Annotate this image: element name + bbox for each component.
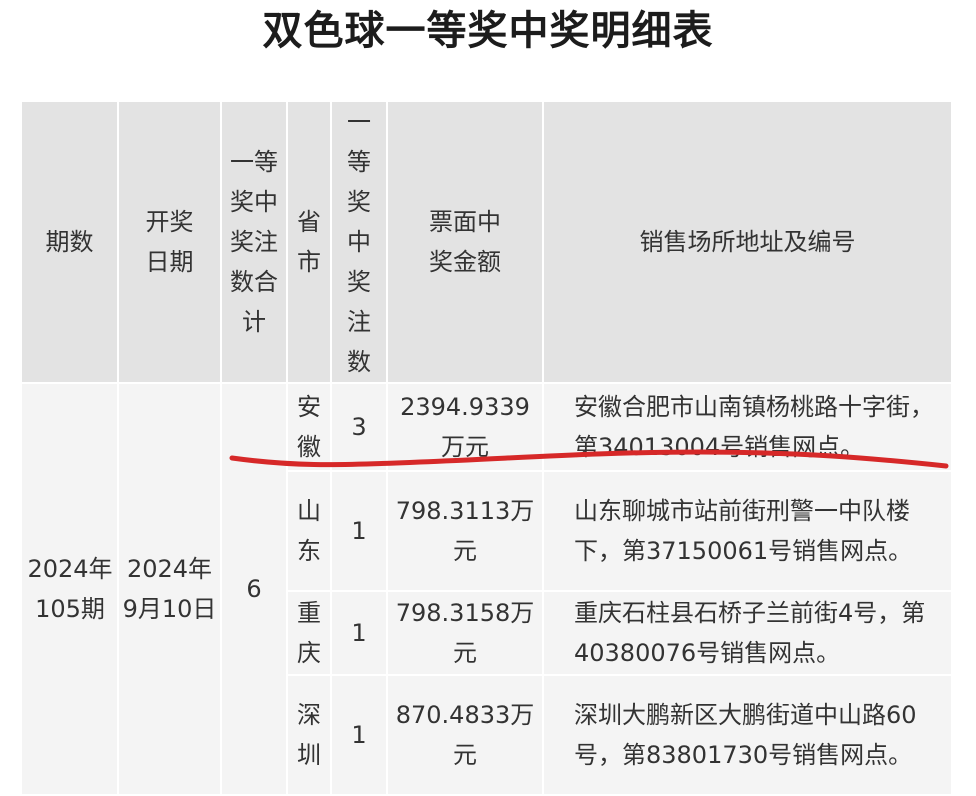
table-row: 2024年105期 2024年9月10日 6 安徽 3 2394.9339万元 … (20, 382, 953, 796)
cell-winners: 1 (330, 674, 388, 796)
cell-amount: 798.3158万元 (386, 590, 544, 676)
prize-detail-table: 期数 开奖日期 一等奖中奖注数合计 省市 一等奖中奖注数 票面中奖金额 销售场所… (20, 100, 953, 796)
cell-total-winners: 6 (220, 382, 288, 796)
header-province: 省市 (286, 100, 332, 384)
header-address: 销售场所地址及编号 (542, 100, 953, 384)
cell-amount: 870.4833万元 (386, 674, 544, 796)
cell-amount: 798.3113万元 (386, 470, 544, 592)
cell-address: 山东聊城市站前街刑警一中队楼下，第37150061号销售网点。 (542, 470, 953, 592)
cell-winners: 1 (330, 590, 388, 676)
cell-address: 深圳大鹏新区大鹏街道中山路60号，第83801730号销售网点。 (542, 674, 953, 796)
page-title: 双色球一等奖中奖明细表 (262, 8, 714, 54)
cell-province: 山东 (286, 470, 332, 592)
cell-draw-date: 2024年9月10日 (117, 382, 222, 796)
header-amount: 票面中奖金额 (386, 100, 544, 384)
header-period: 期数 (20, 100, 119, 384)
header-draw-date: 开奖日期 (117, 100, 222, 384)
cell-province: 安徽 (286, 382, 332, 472)
cell-period: 2024年105期 (20, 382, 119, 796)
cell-winners: 1 (330, 470, 388, 592)
cell-province: 深圳 (286, 674, 332, 796)
cell-address: 重庆石柱县石桥子兰前街4号，第40380076号销售网点。 (542, 590, 953, 676)
cell-amount: 2394.9339万元 (386, 382, 544, 472)
header-row: 期数 开奖日期 一等奖中奖注数合计 省市 一等奖中奖注数 票面中奖金额 销售场所… (20, 100, 953, 384)
header-winners: 一等奖中奖注数 (330, 100, 388, 384)
cell-province: 重庆 (286, 590, 332, 676)
header-total-winners: 一等奖中奖注数合计 (220, 100, 288, 384)
cell-winners: 3 (330, 382, 388, 472)
cell-address: 安徽合肥市山南镇杨桃路十字街，第34013004号销售网点。 (542, 382, 953, 472)
